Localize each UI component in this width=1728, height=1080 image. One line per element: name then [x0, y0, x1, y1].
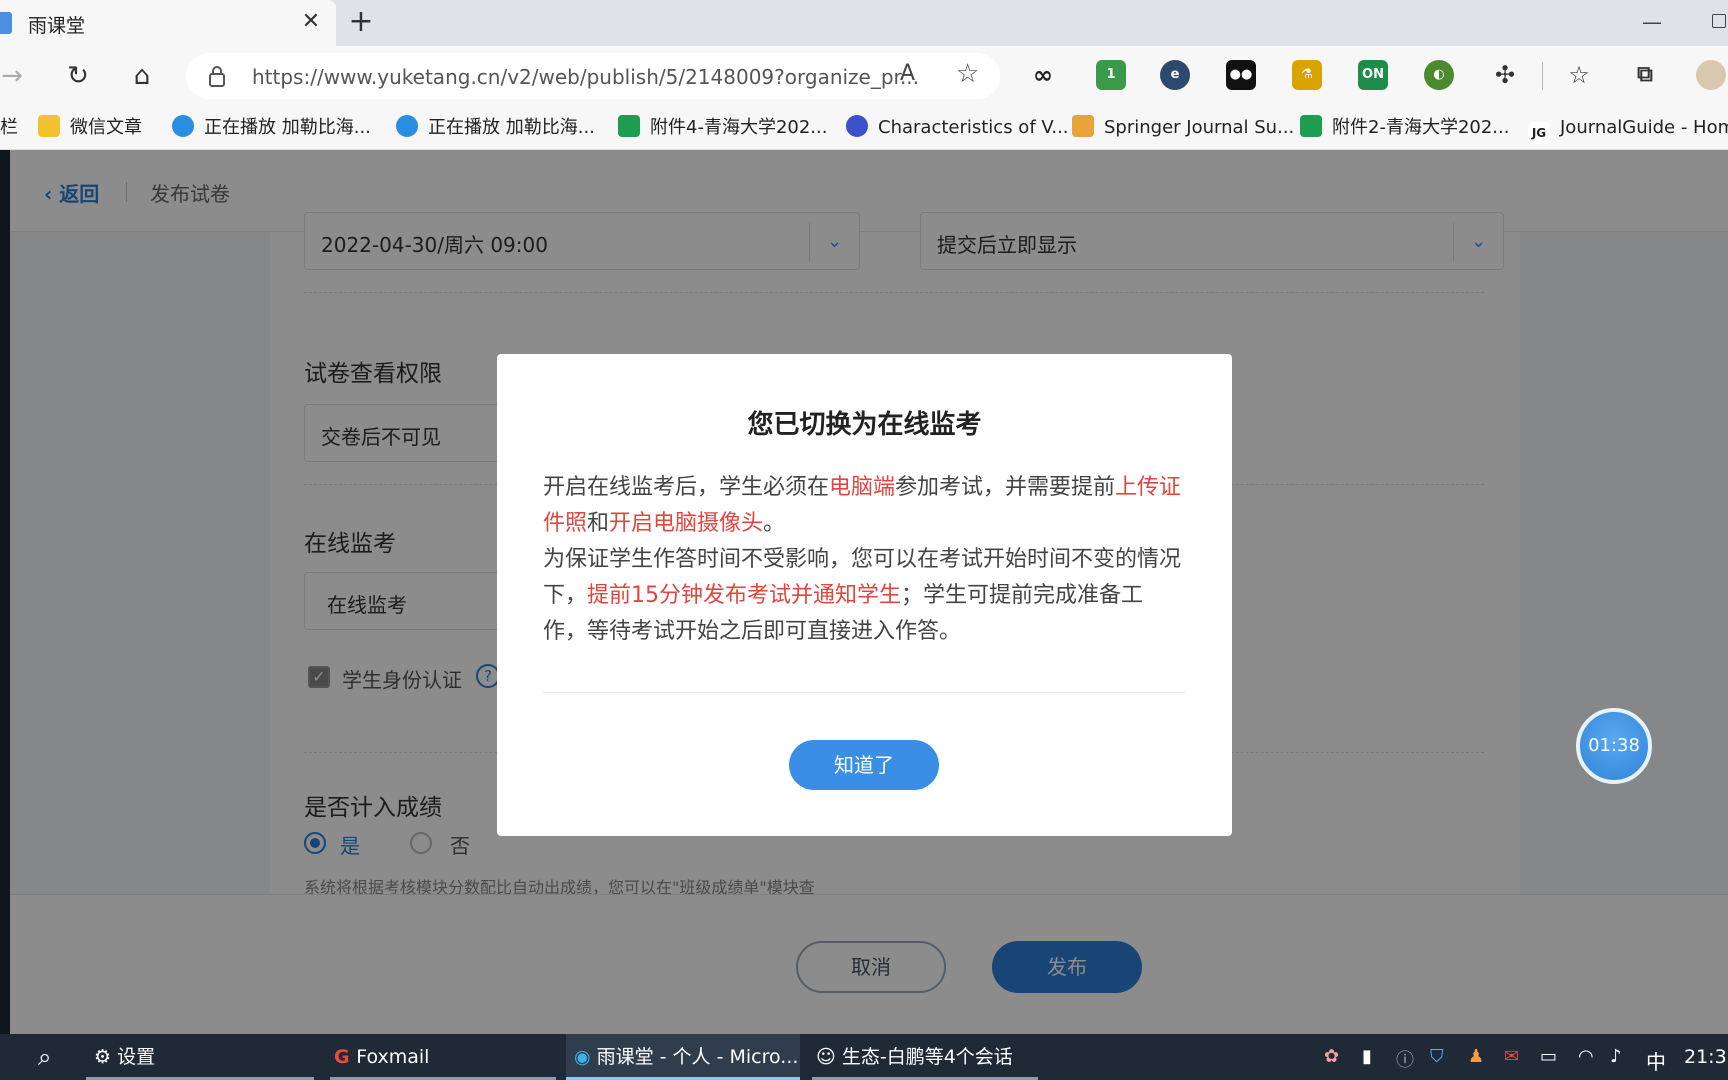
shield-tray-icon[interactable]: ⛉: [1430, 1046, 1444, 1067]
home-icon[interactable]: ⌂: [124, 58, 160, 94]
wifi-icon[interactable]: ◠: [1578, 1046, 1594, 1067]
extension-badge: 1: [1106, 67, 1116, 82]
toolbar-divider: [1542, 62, 1543, 90]
browser-tab-active[interactable]: 雨课堂 ✕: [0, 0, 336, 46]
shield-extension-icon[interactable]: 1: [1096, 60, 1126, 90]
read-aloud-icon[interactable]: A: [900, 61, 915, 86]
dialog-paragraph-2: 为保证学生作答时间不受影响，您可以在考试开始时间不变的情况下，提前15分钟发布考…: [543, 547, 1182, 644]
sheet-icon: [1300, 115, 1322, 137]
bookmark-item[interactable]: 附件4-青海大学202...: [618, 114, 827, 142]
ime-indicator[interactable]: 中: [1646, 1046, 1666, 1075]
favorites-icon[interactable]: ☆: [1564, 60, 1594, 90]
yuketang-favicon-icon: [0, 12, 12, 34]
app-tray-icon[interactable]: ♟: [1468, 1046, 1484, 1067]
on-extension-icon[interactable]: ON: [1358, 60, 1388, 90]
bookmark-item[interactable]: 附件2-青海大学202...: [1300, 114, 1509, 142]
proctor-dialog: 您已切换为在线监考 开启在线监考后，学生必须在电脑端参加考试，并需要提前上传证件…: [497, 354, 1232, 836]
foxmail-icon: G: [334, 1046, 357, 1068]
springer-icon: [1072, 115, 1094, 137]
tab-title: 雨课堂: [28, 15, 86, 37]
dialog-title: 您已切换为在线监考: [747, 410, 982, 440]
on-extension-label: ON: [1362, 67, 1384, 82]
highlight-text: 提前15分钟发布考试并通知学生: [587, 583, 902, 608]
extensions-puzzle-icon[interactable]: ✣: [1490, 60, 1520, 90]
bookmarks-bar: 栏 微信文章 正在播放 加勒比海... 正在播放 加勒比海... 附件4-青海大…: [0, 106, 1728, 150]
add-favorite-icon[interactable]: ☆: [956, 59, 979, 89]
gear-icon: ⚙: [94, 1046, 118, 1068]
folder-icon: [38, 115, 60, 137]
url-text: https://www.yuketang.cn/v2/web/publish/5…: [252, 65, 920, 89]
microscope-extension-icon[interactable]: ⚗: [1292, 60, 1322, 90]
flower-tray-icon[interactable]: ✿: [1324, 1046, 1339, 1067]
taskbar-chat[interactable]: ☺ 生态-白鹏等4个会话: [812, 1034, 1038, 1080]
ghostery-extension-icon[interactable]: e: [1160, 60, 1190, 90]
highlight-text: 电脑端: [829, 475, 896, 500]
bookmark-item[interactable]: JG JournalGuide - Home: [1528, 114, 1728, 144]
collections-icon[interactable]: ⧉: [1630, 60, 1660, 90]
bookmark-folder[interactable]: 微信文章: [38, 114, 142, 142]
bookmark-item[interactable]: 正在播放 加勒比海...: [172, 114, 371, 142]
highlight-text: 开启电脑摄像头: [609, 511, 764, 536]
dialog-body: 开启在线监考后，学生必须在电脑端参加考试，并需要提前上传证件照和开启电脑摄像头。…: [543, 470, 1183, 650]
chat-avatar-icon: ☺: [816, 1046, 842, 1068]
tab-close-icon[interactable]: ✕: [298, 8, 324, 36]
browser-tab-bar: 雨课堂 ✕ + —: [0, 0, 1728, 46]
forward-icon[interactable]: →: [0, 58, 30, 94]
edge-icon: ◉: [574, 1046, 597, 1068]
dialog-paragraph-1: 开启在线监考后，学生必须在电脑端参加考试，并需要提前上传证件照和开启电脑摄像头。: [543, 475, 1182, 536]
bookmark-item[interactable]: 正在播放 加勒比海...: [396, 114, 595, 142]
taskbar-foxmail[interactable]: G Foxmail: [330, 1034, 556, 1080]
search-icon[interactable]: ⌕: [38, 1034, 51, 1080]
refresh-icon[interactable]: ↻: [60, 58, 96, 94]
battery-icon[interactable]: ▭: [1540, 1046, 1557, 1067]
info-tray-icon[interactable]: ⓘ: [1396, 1046, 1414, 1072]
glasses-extension-icon[interactable]: ●●: [1226, 60, 1256, 90]
address-bar[interactable]: https://www.yuketang.cn/v2/web/publish/5…: [186, 53, 1000, 99]
window-maximize-button[interactable]: [1712, 14, 1726, 28]
windows-taskbar: ⌕ ⚙ 设置 G Foxmail ◉ 雨课堂 - 个人 - Micro... ☺…: [0, 1034, 1728, 1080]
window-minimize-button[interactable]: —: [1640, 10, 1664, 36]
countdown-timer[interactable]: 01:38: [1576, 708, 1652, 784]
clock[interactable]: 21:32: [1684, 1046, 1728, 1068]
lock-icon: [209, 66, 225, 87]
dialog-ok-button[interactable]: 知道了: [789, 740, 939, 790]
new-tab-button[interactable]: +: [344, 6, 378, 40]
journalguide-icon: JG: [1528, 122, 1550, 144]
play-icon: [396, 115, 418, 137]
sheet-icon: [618, 115, 640, 137]
bookmark-item[interactable]: Springer Journal Su...: [1072, 114, 1294, 142]
profile-avatar[interactable]: [1696, 60, 1726, 90]
bookmark-item[interactable]: 栏: [0, 114, 18, 142]
play-icon: [172, 115, 194, 137]
taskbar-edge[interactable]: ◉ 雨课堂 - 个人 - Micro...: [566, 1034, 800, 1080]
globe-extension-icon[interactable]: ◐: [1424, 60, 1454, 90]
taskbar-settings[interactable]: ⚙ 设置: [86, 1034, 314, 1080]
infinity-extension-icon[interactable]: ∞: [1028, 60, 1058, 90]
foxmail-tray-icon[interactable]: ✉: [1504, 1046, 1519, 1067]
browser-toolbar: → ↻ ⌂ https://www.yuketang.cn/v2/web/pub…: [0, 46, 1728, 106]
volume-icon[interactable]: ♪: [1610, 1046, 1622, 1067]
dialog-divider: [543, 692, 1185, 693]
mic-tray-icon[interactable]: ▮: [1362, 1046, 1372, 1067]
bookmark-item[interactable]: Characteristics of V...: [846, 114, 1069, 142]
paw-icon: [846, 115, 868, 137]
